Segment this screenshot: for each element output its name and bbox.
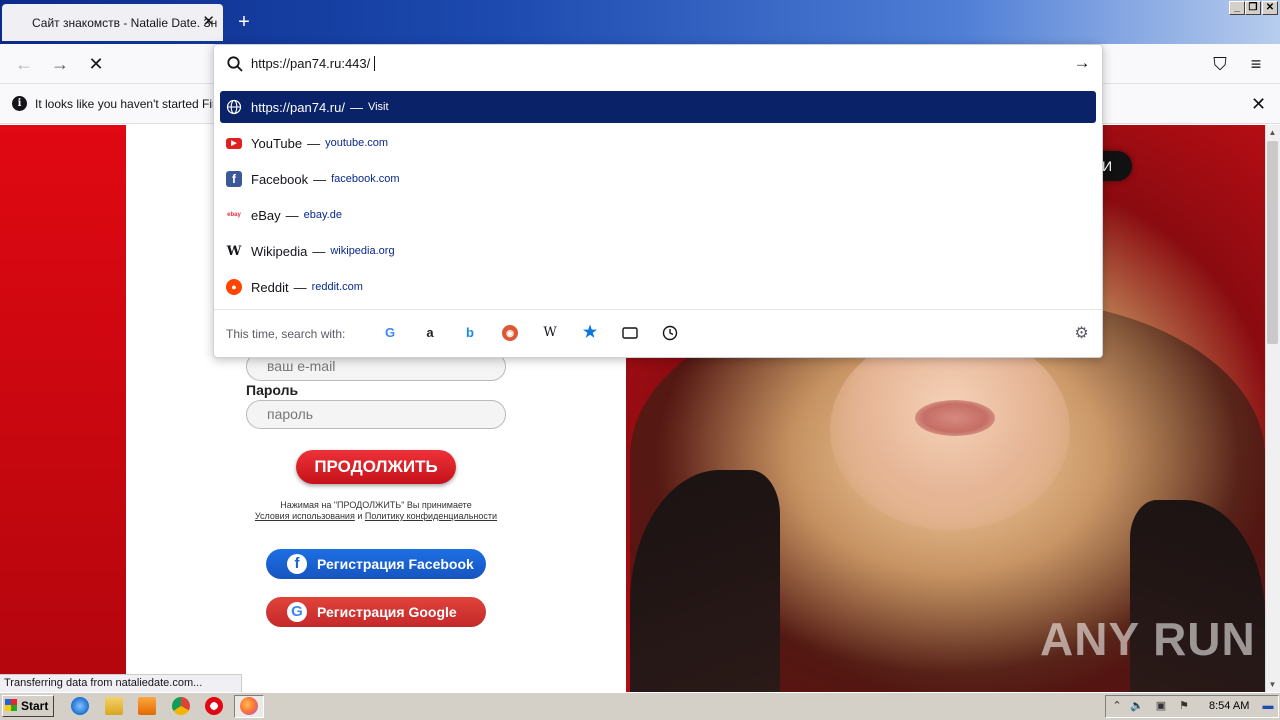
bing-icon[interactable]: b xyxy=(462,325,478,341)
show-desktop-icon[interactable]: ▬ xyxy=(1261,699,1275,713)
tab-close-icon[interactable]: ✕ xyxy=(202,13,215,31)
google-register-button[interactable]: G Регистрация Google xyxy=(266,597,486,627)
notification-close-icon[interactable]: ✕ xyxy=(1251,94,1266,115)
url-result-youtube[interactable]: ▶ YouTube — youtube.com xyxy=(220,127,1096,159)
notification-text: It looks like you haven't started Firefo xyxy=(35,97,233,111)
forward-button[interactable]: → xyxy=(50,54,70,74)
app-menu-button[interactable]: ≡ xyxy=(1246,54,1266,74)
duckduckgo-icon[interactable]: ◉ xyxy=(502,325,518,341)
amazon-icon[interactable]: a xyxy=(422,325,438,341)
tray-expand-icon[interactable]: ⌃ xyxy=(1110,699,1124,713)
firefox-icon xyxy=(240,697,258,715)
terms-and-text: и xyxy=(357,511,363,521)
new-tab-button[interactable]: + xyxy=(234,12,254,32)
result-title: Facebook xyxy=(251,171,309,187)
wikipedia-icon: W xyxy=(226,243,242,259)
facebook-icon: f xyxy=(287,554,307,574)
result-title: eBay xyxy=(251,207,281,223)
status-text: Transferring data from nataliedate.com..… xyxy=(0,674,242,692)
search-icon xyxy=(227,56,243,72)
minimize-button[interactable]: _ xyxy=(1229,1,1245,15)
password-label: Пароль xyxy=(246,382,299,398)
chrome-icon[interactable] xyxy=(172,697,190,715)
url-result-visit[interactable]: https://pan74.ru/ — Visit xyxy=(220,91,1096,123)
result-sub: Visit xyxy=(367,101,389,113)
continue-button[interactable]: ПРОДОЛЖИТЬ xyxy=(296,450,456,484)
result-title: YouTube xyxy=(251,135,303,151)
clock: 8:54 AM xyxy=(1209,700,1250,712)
url-result-reddit[interactable]: ● Reddit — reddit.com xyxy=(220,271,1096,303)
hero-photo-lips xyxy=(915,400,995,436)
terms-links: Условия использования и Политику конфиде… xyxy=(246,511,506,521)
close-window-button[interactable]: ✕ xyxy=(1262,1,1278,15)
anyrun-watermark: ANY RUN xyxy=(1040,613,1256,665)
tab-title: Сайт знакомств - Natalie Date. Зн xyxy=(32,15,218,30)
folder-icon[interactable] xyxy=(105,697,123,715)
info-icon: i xyxy=(12,96,27,111)
result-dash: — xyxy=(349,99,363,115)
scroll-thumb[interactable] xyxy=(1267,141,1278,344)
privacy-policy-link[interactable]: Политику конфиденциальности xyxy=(365,511,497,521)
facebook-icon: f xyxy=(226,171,242,187)
url-input-value: https://pan74.ru:443/ xyxy=(251,56,371,71)
back-button[interactable]: ← xyxy=(14,54,34,74)
google-icon: G xyxy=(287,602,307,622)
result-sub: ebay.de xyxy=(303,209,342,221)
page-left-background xyxy=(0,125,126,692)
password-input[interactable]: пароль xyxy=(246,400,506,429)
restore-button[interactable]: ❐ xyxy=(1245,1,1261,15)
flag-icon[interactable]: ⚑ xyxy=(1177,699,1191,713)
result-title: https://pan74.ru/ xyxy=(251,99,345,115)
tabs-icon[interactable] xyxy=(622,325,638,341)
url-result-ebay[interactable]: ebay eBay — ebay.de xyxy=(220,199,1096,231)
ie-icon[interactable] xyxy=(71,697,89,715)
google-icon[interactable]: G xyxy=(382,325,398,341)
result-sub: facebook.com xyxy=(331,173,400,185)
go-arrow-icon[interactable]: → xyxy=(1072,53,1092,73)
facebook-register-label: Регистрация Facebook xyxy=(317,556,474,572)
globe-icon xyxy=(226,99,242,115)
scroll-down-icon[interactable]: ▼ xyxy=(1265,677,1280,692)
terms-of-use-link[interactable]: Условия использования xyxy=(255,511,355,521)
result-title: Wikipedia xyxy=(251,243,308,259)
result-dash: — xyxy=(285,207,299,223)
result-dash: — xyxy=(313,171,327,187)
pocket-icon[interactable]: ⛉ xyxy=(1210,54,1230,74)
stop-button[interactable]: ✕ xyxy=(86,54,106,74)
result-sub: youtube.com xyxy=(325,137,389,149)
facebook-register-button[interactable]: f Регистрация Facebook xyxy=(266,549,486,579)
bookmarks-icon[interactable]: ★ xyxy=(582,325,598,341)
panel-divider xyxy=(214,309,1102,310)
gear-icon[interactable]: ⚙ xyxy=(1073,325,1090,342)
result-sub: wikipedia.org xyxy=(330,245,395,257)
windows-logo-icon xyxy=(5,699,17,711)
url-result-facebook[interactable]: f Facebook — facebook.com xyxy=(220,163,1096,195)
google-register-label: Регистрация Google xyxy=(317,604,457,620)
result-sub: reddit.com xyxy=(311,281,363,293)
network-icon[interactable]: ▣ xyxy=(1154,699,1168,713)
ebay-icon: ebay xyxy=(227,212,241,218)
taskbar xyxy=(0,692,1280,720)
youtube-icon: ▶ xyxy=(226,137,242,149)
scroll-up-icon[interactable]: ▲ xyxy=(1265,125,1280,140)
terms-text: Нажимая на "ПРОДОЛЖИТЬ" Вы принимаете xyxy=(280,500,472,510)
wikipedia-icon[interactable]: W xyxy=(542,325,558,341)
result-dash: — xyxy=(312,243,326,259)
result-dash: — xyxy=(307,135,321,151)
result-dash: — xyxy=(293,279,307,295)
url-input[interactable]: https://pan74.ru:443/ xyxy=(251,55,1051,73)
history-icon[interactable] xyxy=(662,325,678,341)
result-title: Reddit xyxy=(251,279,289,295)
volume-icon[interactable]: 🔈 xyxy=(1130,699,1144,713)
media-player-icon[interactable] xyxy=(138,697,156,715)
url-result-wikipedia[interactable]: W Wikipedia — wikipedia.org xyxy=(220,235,1096,267)
search-with-label: This time, search with: xyxy=(226,327,346,341)
tab-active[interactable]: Сайт знакомств - Natalie Date. Зн ✕ xyxy=(2,4,223,41)
opera-icon[interactable] xyxy=(205,697,223,715)
reddit-icon: ● xyxy=(226,279,242,295)
